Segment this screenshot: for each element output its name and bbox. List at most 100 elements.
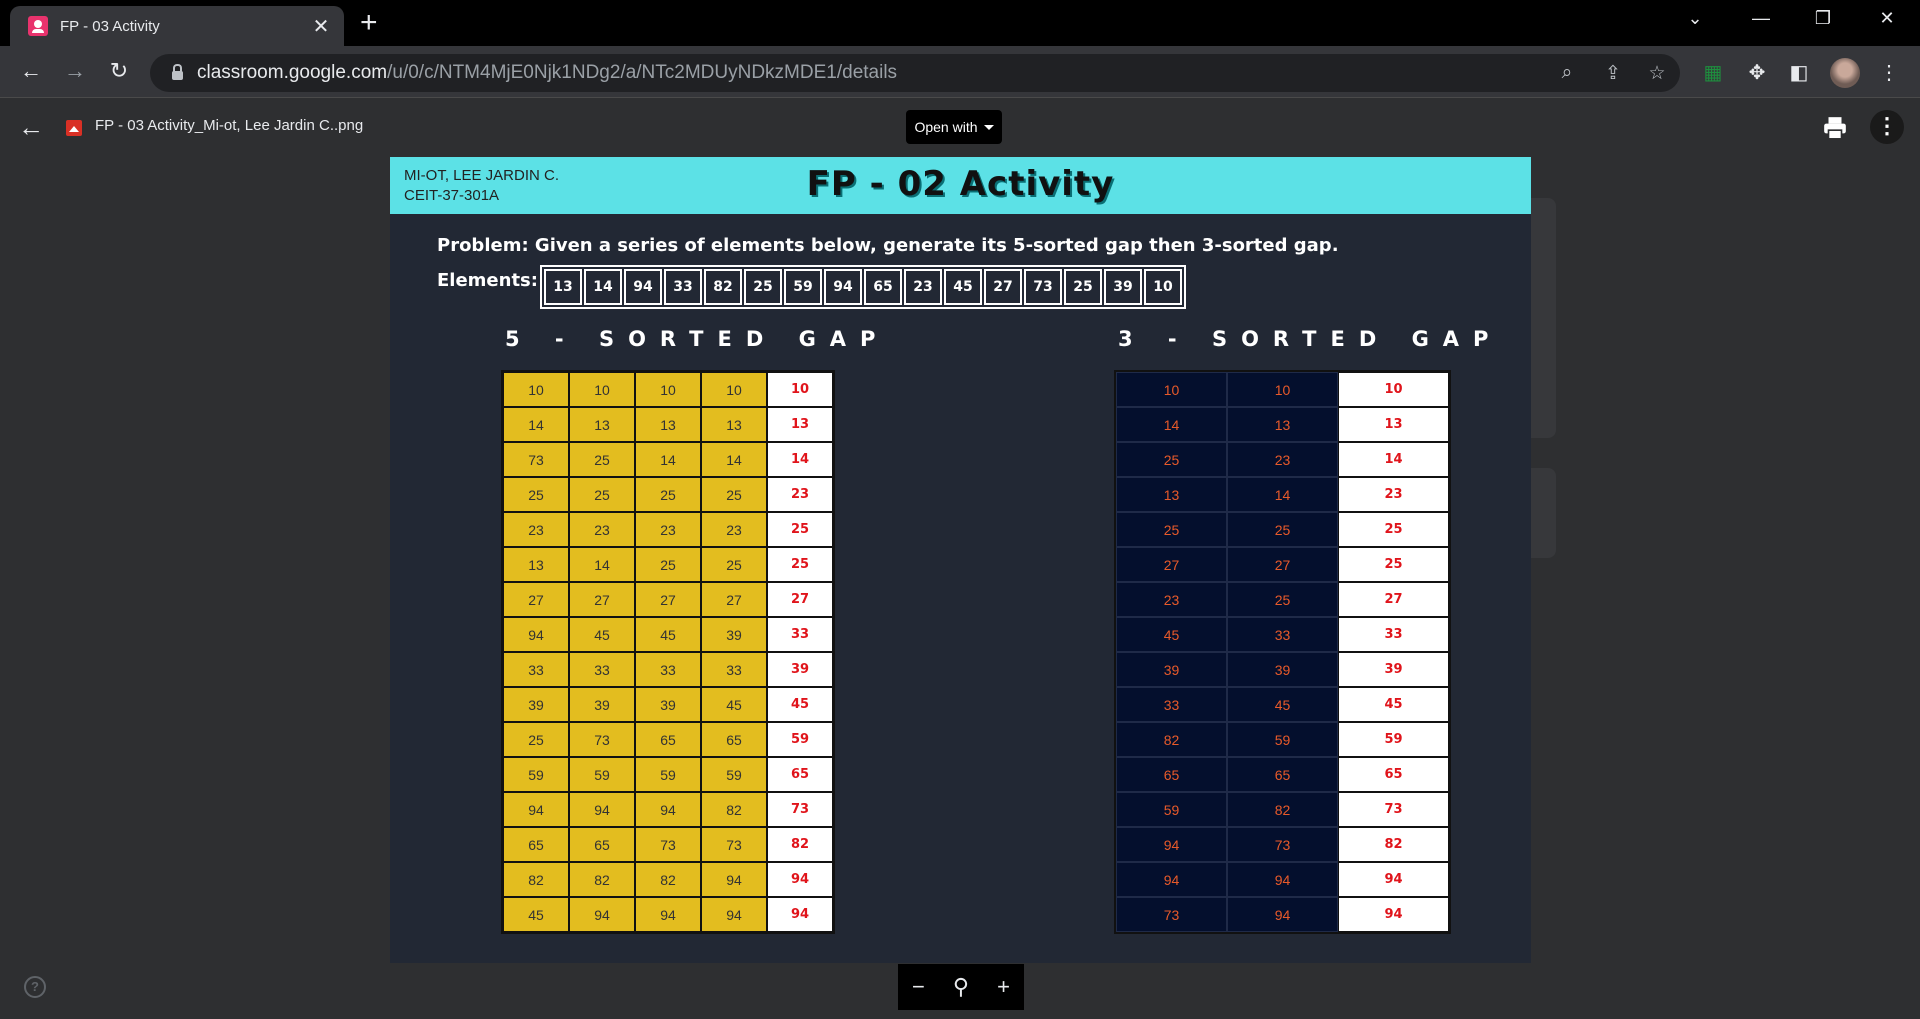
element-cell: 82 bbox=[704, 269, 742, 305]
gap5-result-cell: 73 bbox=[767, 792, 833, 827]
element-cell: 25 bbox=[1064, 269, 1102, 305]
gap5-result-cell: 13 bbox=[767, 407, 833, 442]
gap5-pass-cell: 59 bbox=[569, 757, 635, 792]
gap5-pass-cell: 23 bbox=[569, 512, 635, 547]
element-cell: 94 bbox=[824, 269, 862, 305]
elements-label: Elements: bbox=[437, 270, 538, 291]
gap5-pass-cell: 59 bbox=[701, 757, 767, 792]
gap5-pass-cell: 14 bbox=[635, 442, 701, 477]
gap5-pass-cell: 82 bbox=[569, 862, 635, 897]
doc-header-banner: MI-OT, LEE JARDIN C. CEIT-37-301A FP - 0… bbox=[390, 157, 1531, 214]
more-options-icon[interactable]: ⋮ bbox=[1870, 110, 1904, 144]
minimize-icon[interactable]: — bbox=[1746, 8, 1776, 29]
back-icon[interactable]: ← bbox=[16, 58, 46, 84]
tab-strip: FP - 03 Activity ✕ + ⌄ — ❐ ✕ bbox=[0, 0, 1920, 46]
print-icon[interactable] bbox=[1822, 115, 1848, 141]
close-tab-icon[interactable]: ✕ bbox=[306, 14, 336, 39]
gap3-pass-cell: 23 bbox=[1116, 582, 1227, 617]
url-text: classroom.google.com/u/0/c/NTM4MjE0Njk1N… bbox=[197, 62, 898, 83]
extensions-puzzle-icon[interactable]: ✥ bbox=[1744, 60, 1770, 86]
reload-icon[interactable]: ↻ bbox=[104, 58, 134, 84]
close-window-icon[interactable]: ✕ bbox=[1872, 8, 1902, 29]
gap5-pass-cell: 27 bbox=[635, 582, 701, 617]
gap5-pass-cell: 25 bbox=[569, 477, 635, 512]
problem-statement: Problem: Given a series of elements belo… bbox=[437, 235, 1339, 256]
dropdown-caret-icon bbox=[983, 124, 994, 130]
gap3-pass-cell: 65 bbox=[1227, 757, 1338, 792]
gap3-pass-cell: 73 bbox=[1116, 897, 1227, 932]
gap5-pass-cell: 23 bbox=[635, 512, 701, 547]
magnifier-icon[interactable]: ⚲ bbox=[953, 974, 969, 1000]
open-with-button[interactable]: Open with bbox=[906, 110, 1002, 144]
gap5-pass-cell: 65 bbox=[701, 722, 767, 757]
gap3-pass-cell: 94 bbox=[1227, 862, 1338, 897]
gap3-pass-cell: 82 bbox=[1116, 722, 1227, 757]
close-viewer-back-icon[interactable]: ← bbox=[18, 114, 44, 140]
element-cell: 13 bbox=[544, 269, 582, 305]
element-cell: 33 bbox=[664, 269, 702, 305]
gap5-pass-cell: 94 bbox=[635, 792, 701, 827]
profile-avatar[interactable] bbox=[1830, 58, 1860, 88]
gap3-pass-cell: 25 bbox=[1227, 582, 1338, 617]
gap3-pass-cell: 13 bbox=[1116, 477, 1227, 512]
gap5-pass-cell: 10 bbox=[635, 372, 701, 407]
gap5-result-cell: 25 bbox=[767, 512, 833, 547]
gap3-result-cell: 27 bbox=[1338, 582, 1449, 617]
element-cell: 10 bbox=[1144, 269, 1182, 305]
gap5-pass-cell: 25 bbox=[635, 477, 701, 512]
gap5-pass-cell: 14 bbox=[569, 547, 635, 582]
gap3-pass-cell: 10 bbox=[1227, 372, 1338, 407]
open-with-label: Open with bbox=[914, 119, 978, 135]
bookmark-star-icon[interactable]: ☆ bbox=[1644, 62, 1670, 85]
element-cell: 94 bbox=[624, 269, 662, 305]
gap5-result-cell: 23 bbox=[767, 477, 833, 512]
gap5-pass-cell: 27 bbox=[503, 582, 569, 617]
gap3-result-cell: 25 bbox=[1338, 547, 1449, 582]
gap5-pass-cell: 65 bbox=[569, 827, 635, 862]
browser-menu-icon[interactable]: ⋮ bbox=[1876, 60, 1902, 86]
gap5-pass-cell: 94 bbox=[569, 792, 635, 827]
gap5-pass-cell: 25 bbox=[503, 722, 569, 757]
gap3-pass-cell: 94 bbox=[1116, 827, 1227, 862]
side-panel-icon[interactable]: ◧ bbox=[1786, 60, 1812, 86]
gap5-table: 10 10 10 10 10 14 13 13 13 13 73 25 14 14 14 25 25 25 25 23… bbox=[501, 370, 835, 934]
sheets-extension-icon[interactable]: ▦ bbox=[1700, 60, 1726, 86]
gap5-pass-cell: 94 bbox=[569, 897, 635, 932]
share-icon[interactable]: ⇪ bbox=[1600, 62, 1626, 85]
restore-icon[interactable]: ❐ bbox=[1808, 8, 1838, 29]
gap5-pass-cell: 94 bbox=[503, 792, 569, 827]
file-name: FP - 03 Activity_Mi-ot, Lee Jardin C..pn… bbox=[95, 117, 364, 134]
element-cell: 14 bbox=[584, 269, 622, 305]
forward-icon[interactable]: → bbox=[60, 58, 90, 84]
tab-search-icon[interactable]: ⌄ bbox=[1680, 8, 1710, 29]
gap5-pass-cell: 33 bbox=[635, 652, 701, 687]
gap5-pass-cell: 13 bbox=[503, 547, 569, 582]
gap3-result-cell: 94 bbox=[1338, 897, 1449, 932]
gap5-pass-cell: 27 bbox=[701, 582, 767, 617]
gap5-pass-cell: 25 bbox=[569, 442, 635, 477]
gap5-pass-cell: 10 bbox=[503, 372, 569, 407]
gap3-pass-cell: 10 bbox=[1116, 372, 1227, 407]
gap5-pass-cell: 39 bbox=[569, 687, 635, 722]
gap5-pass-cell: 33 bbox=[701, 652, 767, 687]
gap3-result-cell: 23 bbox=[1338, 477, 1449, 512]
zoom-out-button[interactable]: − bbox=[912, 974, 925, 1000]
gap5-pass-cell: 73 bbox=[701, 827, 767, 862]
address-bar[interactable]: classroom.google.com/u/0/c/NTM4MjE0Njk1N… bbox=[150, 54, 1680, 92]
gap5-pass-cell: 13 bbox=[701, 407, 767, 442]
browser-tab[interactable]: FP - 03 Activity ✕ bbox=[10, 6, 344, 46]
gap3-pass-cell: 27 bbox=[1227, 547, 1338, 582]
gap3-pass-cell: 82 bbox=[1227, 792, 1338, 827]
document-image: MI-OT, LEE JARDIN C. CEIT-37-301A FP - 0… bbox=[390, 157, 1531, 963]
new-tab-button[interactable]: + bbox=[360, 8, 378, 38]
gap3-result-cell: 13 bbox=[1338, 407, 1449, 442]
zoom-icon[interactable]: ⌕ bbox=[1554, 62, 1580, 84]
gap3-pass-cell: 25 bbox=[1116, 512, 1227, 547]
gap5-pass-cell: 23 bbox=[503, 512, 569, 547]
help-icon[interactable]: ? bbox=[24, 976, 46, 998]
gap5-result-cell: 14 bbox=[767, 442, 833, 477]
gap3-pass-cell: 73 bbox=[1227, 827, 1338, 862]
gap3-result-cell: 33 bbox=[1338, 617, 1449, 652]
gap5-pass-cell: 33 bbox=[569, 652, 635, 687]
zoom-in-button[interactable]: + bbox=[997, 974, 1010, 1000]
